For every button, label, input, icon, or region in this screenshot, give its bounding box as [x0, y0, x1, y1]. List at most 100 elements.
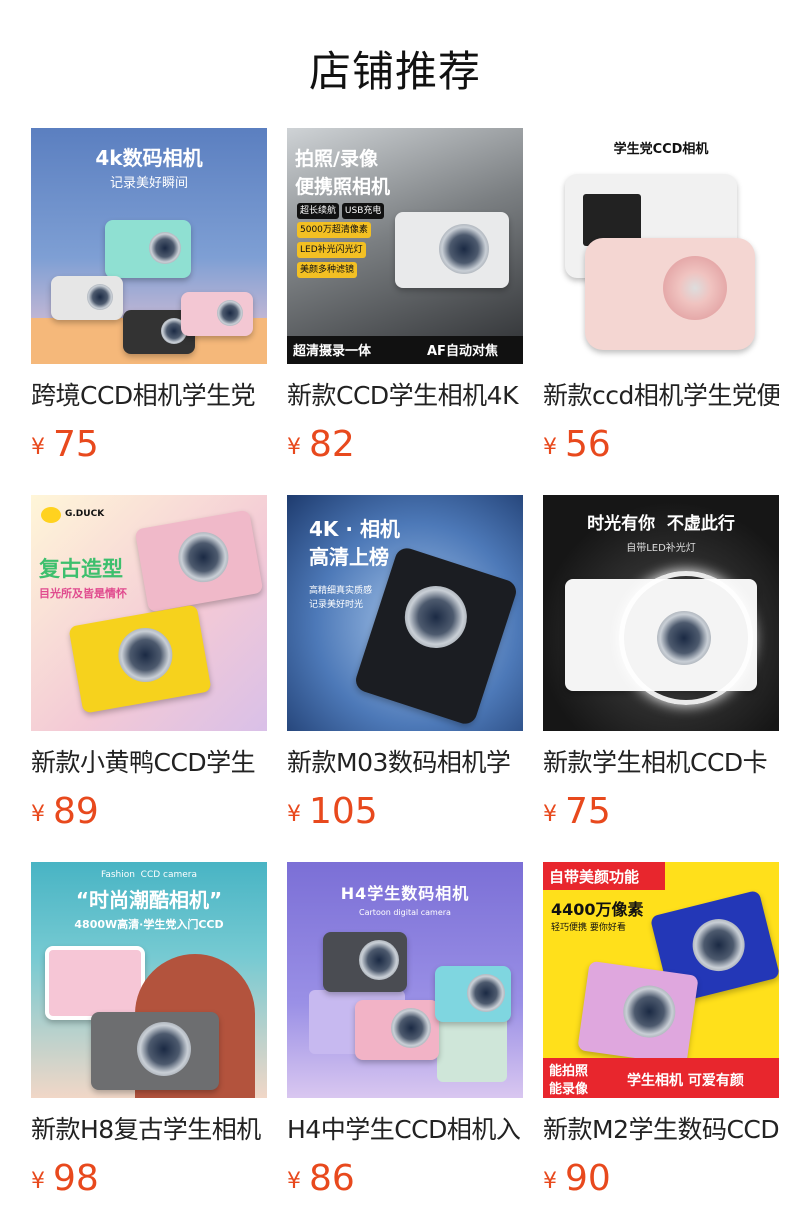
footer-text-2: 能录像	[549, 1082, 589, 1097]
currency-symbol: ¥	[287, 1169, 301, 1194]
product-name[interactable]: 新款小黄鸭CCD学生	[31, 743, 267, 779]
feature-tag: 美颜多种滤镜	[297, 262, 358, 278]
lens	[657, 611, 711, 665]
camera-pink	[577, 960, 699, 1066]
image-headline: 4K · 相机	[309, 517, 400, 541]
product-image[interactable]: 4k数码相机 记录美好瞬间	[31, 128, 267, 364]
image-headline-2: 高清上榜	[309, 545, 389, 569]
product-image[interactable]: 4K · 相机 高清上榜 高精细真实质感 记录美好时光	[287, 495, 523, 731]
product-image[interactable]: G.DUCK 复古造型 目光所及皆是情怀	[31, 495, 267, 731]
price-value: 105	[309, 791, 378, 832]
image-headline-2: 便携照相机	[295, 176, 391, 198]
image-headline: H4学生数码相机	[340, 884, 470, 903]
camera-silver	[51, 276, 123, 320]
product-price: ¥89	[31, 791, 267, 832]
camera-silver	[395, 212, 509, 288]
image-tag: Fashion CCD camera	[100, 870, 198, 880]
footer-text: 能拍照	[549, 1064, 589, 1079]
page-title: 店铺推荐	[308, 47, 481, 96]
product-name[interactable]: 新款CCD学生相机4K	[287, 376, 523, 412]
camera-pink	[585, 238, 755, 350]
camera-black	[323, 932, 407, 992]
product-price: ¥90	[543, 1158, 779, 1199]
product-price: ¥98	[31, 1158, 267, 1199]
image-subline: 轻巧便携 要你好看	[551, 923, 626, 933]
currency-symbol: ¥	[287, 802, 301, 827]
currency-symbol: ¥	[543, 435, 557, 460]
image-headline: 4400万像素	[551, 900, 644, 919]
price-value: 89	[53, 791, 99, 832]
currency-symbol: ¥	[31, 1169, 45, 1194]
feature-tag: 超长续航	[297, 203, 340, 219]
camera-pink	[134, 509, 264, 613]
product-name[interactable]: H4中学生CCD相机入	[287, 1110, 523, 1146]
price-value: 75	[565, 791, 611, 832]
product-price: ¥86	[287, 1158, 523, 1199]
currency-symbol: ¥	[543, 802, 557, 827]
image-headline: 4k数码相机	[95, 146, 203, 170]
image-headline: 学生党CCD相机	[613, 142, 709, 157]
image-subline: 记录美好瞬间	[109, 176, 188, 191]
price-value: 90	[565, 1158, 611, 1199]
product-card[interactable]: G.DUCK 复古造型 目光所及皆是情怀 新款小黄鸭CCD学生 ¥89	[31, 495, 267, 832]
product-image[interactable]: Fashion CCD camera “时尚潮酷相机” 4800W高清·学生党入…	[31, 862, 267, 1098]
duck-logo	[41, 507, 61, 523]
product-card[interactable]: H4学生数码相机 Cartoon digital camera H4中学生CCD…	[287, 862, 523, 1199]
product-image[interactable]: 自带美颜功能 4400万像素 轻巧便携 要你好看 能拍照 能录像 学生相机 可爱…	[543, 862, 779, 1098]
product-price: ¥82	[287, 424, 523, 465]
pedestal	[437, 1012, 507, 1082]
image-headline: 时光有你 不虚此行	[587, 514, 735, 534]
brand-logo: G.DUCK	[65, 509, 105, 519]
currency-symbol: ¥	[543, 1169, 557, 1194]
price-value: 75	[53, 424, 99, 465]
camera-pink	[45, 946, 145, 1020]
product-name[interactable]: 新款ccd相机学生党便	[543, 376, 779, 412]
product-image[interactable]: 学生党CCD相机	[543, 128, 779, 364]
image-subline: 自带LED补光灯	[626, 543, 696, 554]
product-card[interactable]: 自带美颜功能 4400万像素 轻巧便携 要你好看 能拍照 能录像 学生相机 可爱…	[543, 862, 779, 1199]
image-headline: 复古造型	[39, 557, 123, 581]
product-card[interactable]: 时光有你 不虚此行 自带LED补光灯 新款学生相机CCD卡 ¥75	[543, 495, 779, 832]
image-subline: 目光所及皆是情怀	[39, 587, 127, 600]
image-subline-2: 记录美好时光	[309, 600, 364, 610]
product-price: ¥75	[31, 424, 267, 465]
image-badge: 自带美颜功能	[549, 868, 640, 886]
product-name[interactable]: 新款M03数码相机学	[287, 743, 523, 779]
product-card[interactable]: 学生党CCD相机 新款ccd相机学生党便 ¥56	[543, 128, 779, 465]
product-name[interactable]: 新款学生相机CCD卡	[543, 743, 779, 779]
product-name[interactable]: 新款M2学生数码CCD	[543, 1110, 779, 1146]
image-subline: 高精细真实质感	[309, 586, 373, 596]
feature-tag: LED补光闪光灯	[297, 242, 366, 258]
feature-tag: 5000万超清像素	[297, 222, 371, 238]
feature-tags: 超长续航 USB充电 5000万超清像素 LED补光闪光灯 美颜多种滤镜	[297, 202, 385, 280]
camera-gray	[91, 1012, 219, 1090]
image-subline: 4800W高清·学生党入门CCD	[74, 918, 224, 931]
currency-symbol: ¥	[31, 435, 45, 460]
currency-symbol: ¥	[287, 435, 301, 460]
footer-text-2: AF自动对焦	[427, 344, 498, 359]
camera-blue	[435, 966, 511, 1022]
image-headline: 拍照/录像	[295, 148, 378, 170]
image-headline: “时尚潮酷相机”	[75, 888, 223, 912]
product-card[interactable]: Fashion CCD camera “时尚潮酷相机” 4800W高清·学生党入…	[31, 862, 267, 1199]
feature-tag: USB充电	[341, 203, 385, 219]
product-image[interactable]: H4学生数码相机 Cartoon digital camera	[287, 862, 523, 1098]
product-card[interactable]: 4k数码相机 记录美好瞬间 跨境CCD相机学生党 ¥75	[31, 128, 267, 465]
price-value: 56	[565, 424, 611, 465]
product-card[interactable]: 拍照/录像 便携照相机 超长续航 USB充电 5000万超清像素 LED补光闪光…	[287, 128, 523, 465]
price-value: 86	[309, 1158, 355, 1199]
footer-text-3: 学生相机 可爱有颜	[627, 1073, 744, 1089]
product-price: ¥105	[287, 791, 523, 832]
product-name[interactable]: 新款H8复古学生相机	[31, 1110, 267, 1146]
camera-pink	[355, 1000, 439, 1060]
product-name[interactable]: 跨境CCD相机学生党	[31, 376, 267, 412]
product-card[interactable]: 4K · 相机 高清上榜 高精细真实质感 记录美好时光 新款M03数码相机学 ¥…	[287, 495, 523, 832]
product-image[interactable]: 时光有你 不虚此行 自带LED补光灯	[543, 495, 779, 731]
price-value: 82	[309, 424, 355, 465]
image-subline: Cartoon digital camera	[359, 908, 451, 917]
camera-black	[352, 545, 520, 727]
camera-pink	[181, 292, 253, 336]
product-image[interactable]: 拍照/录像 便携照相机 超长续航 USB充电 5000万超清像素 LED补光闪光…	[287, 128, 523, 364]
camera-mint	[105, 220, 191, 278]
currency-symbol: ¥	[31, 802, 45, 827]
